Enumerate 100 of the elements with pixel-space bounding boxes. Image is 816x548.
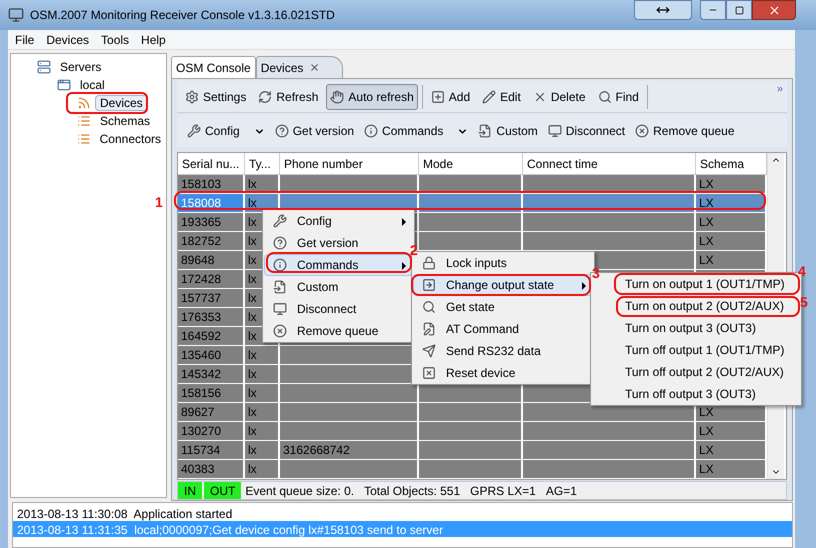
annotation-number: 5 — [800, 293, 808, 312]
maximize-button[interactable] — [726, 0, 752, 20]
toolbar-button[interactable]: Delete — [528, 84, 590, 110]
send-icon — [422, 344, 436, 358]
status-text: AG=1 — [546, 482, 577, 500]
menu-bar-item[interactable]: File — [15, 30, 34, 48]
window-title: OSM.2007 Monitoring Receiver Console v1.3.16.021STD — [30, 7, 335, 24]
column-header[interactable]: Mode — [419, 153, 523, 174]
column-header[interactable]: Ty... — [245, 153, 280, 174]
toolbar-button[interactable]: Find — [594, 84, 643, 110]
help-icon — [274, 124, 289, 138]
table-cell: 40383 — [178, 460, 245, 479]
table-cell: lx — [245, 384, 280, 403]
status-text: GPRS LX=1 — [470, 482, 536, 500]
table-cell: LX — [696, 175, 767, 194]
table-cell: LX — [696, 213, 767, 232]
menu-item[interactable]: Reset device — [413, 362, 593, 384]
resize-button[interactable] — [634, 0, 692, 20]
table-cell: 182752 — [178, 232, 245, 251]
folder-icon — [57, 78, 71, 92]
column-header[interactable]: Serial nu... — [178, 153, 245, 174]
tab[interactable]: Devices — [256, 56, 344, 78]
submenu-arrow-icon — [582, 282, 586, 290]
menu-item[interactable]: Get state — [413, 296, 593, 318]
document-icon — [273, 280, 287, 294]
tree-item[interactable]: Servers — [55, 59, 106, 75]
status-indicator: IN — [178, 482, 202, 499]
table-cell: 158008 — [178, 194, 245, 213]
wrench-icon — [187, 124, 201, 138]
tree-item[interactable]: Schemas — [95, 113, 156, 129]
table-cell: 193365 — [178, 213, 245, 232]
add-icon — [430, 90, 445, 104]
toolbar-button[interactable]: Remove queue — [635, 122, 735, 140]
toolbar-button[interactable]: Custom — [478, 122, 538, 140]
menu-item[interactable]: Turn off output 2 (OUT2/AUX) — [592, 361, 800, 383]
table-cell: lx — [245, 460, 280, 479]
menu-bar-item[interactable]: Devices — [46, 30, 90, 48]
table-cell: lx — [245, 403, 280, 422]
annotation-number: 4 — [798, 262, 806, 281]
status-indicator: OUT — [204, 482, 242, 499]
table-cell: 176353 — [178, 308, 245, 327]
menu-item[interactable]: AT Command — [413, 318, 593, 340]
table-cell: LX — [696, 251, 767, 270]
info-icon — [364, 124, 378, 138]
status-text: Total Objects: 551 — [364, 482, 460, 500]
signal-icon — [77, 96, 91, 110]
table-cell: lx — [245, 346, 280, 365]
table-cell: LX — [696, 460, 767, 479]
toolbar-button[interactable]: Disconnect — [548, 122, 626, 140]
menu-item[interactable]: Turn off output 3 (OUT3) — [592, 383, 800, 405]
tree-item[interactable]: local — [75, 77, 110, 93]
submenu-arrow-icon — [402, 218, 406, 226]
toolbar-button[interactable]: Refresh — [254, 84, 322, 110]
list-icon — [77, 114, 91, 128]
menu-item[interactable]: Send RS232 data — [413, 340, 593, 362]
app-icon — [8, 7, 24, 23]
toolbar-button[interactable]: Settings — [181, 84, 250, 110]
monitor-icon — [548, 124, 562, 138]
menu-bar-item[interactable]: Help — [141, 30, 166, 48]
tree-item[interactable]: Devices — [95, 95, 148, 111]
tree-item[interactable]: Connectors — [94, 131, 166, 147]
toolbar-button[interactable]: Auto refresh — [326, 84, 418, 110]
log-line[interactable]: 2013-08-13 11:30:08 Application started — [13, 505, 792, 521]
cross-circle-icon — [635, 124, 650, 138]
table-cell: 157737 — [178, 289, 245, 308]
table-cell: LX — [696, 232, 767, 251]
tab[interactable]: OSM Console — [171, 56, 256, 78]
table-cell: 135460 — [178, 346, 245, 365]
close-button[interactable] — [752, 0, 796, 20]
refresh-icon — [258, 90, 272, 104]
help-icon — [273, 236, 287, 250]
annotation-number: 3 — [592, 264, 600, 283]
info-icon — [273, 258, 287, 272]
server-icon — [37, 60, 51, 74]
toolbar-button[interactable]: Config — [187, 122, 265, 140]
list-icon — [77, 132, 91, 146]
maximize-icon — [734, 6, 744, 14]
cross-circle-icon — [273, 324, 287, 338]
table-cell: LX — [696, 441, 767, 460]
table-cell: 158103 — [178, 175, 245, 194]
toolbar-button[interactable]: Add — [426, 84, 474, 110]
toolbar-button[interactable]: Commands — [364, 122, 468, 140]
close-tab-icon[interactable] — [309, 62, 320, 73]
toolbar-overflow[interactable]: » — [776, 81, 783, 98]
table-cell: 158156 — [178, 384, 245, 403]
close-icon — [768, 4, 780, 16]
table-cell: LX — [696, 422, 767, 441]
table-cell: 89648 — [178, 251, 245, 270]
toolbar-button[interactable]: Get version — [274, 122, 354, 140]
search-icon — [422, 300, 436, 314]
column-header[interactable]: Phone number — [280, 153, 419, 174]
menu-item[interactable]: Turn off output 1 (OUT1/TMP) — [592, 339, 800, 361]
menu-item[interactable]: Turn on output 3 (OUT3) — [592, 317, 800, 339]
arrow-box-icon — [422, 278, 436, 292]
column-header[interactable]: Connect time — [523, 153, 696, 174]
toolbar-button[interactable]: Edit — [478, 84, 525, 110]
table-cell: 164592 — [178, 327, 245, 346]
menu-bar-item[interactable]: Tools — [101, 30, 130, 48]
document-icon — [478, 124, 492, 138]
submenu-arrow-icon — [402, 262, 406, 270]
